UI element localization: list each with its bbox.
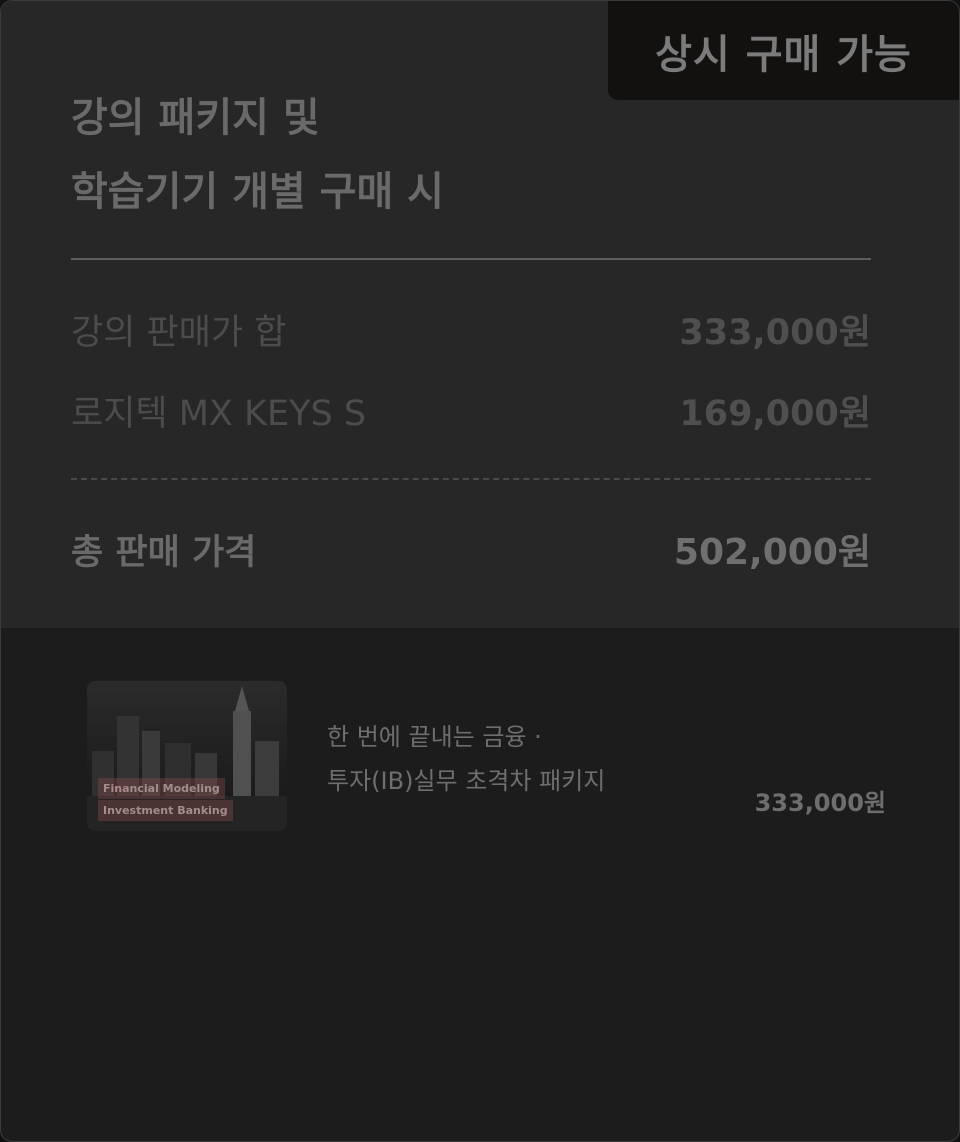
- dashed-divider: [71, 478, 871, 480]
- section-title-line2: 학습기기 개별 구매 시: [71, 169, 444, 215]
- thumbnail-tag: Financial Modeling: [98, 778, 225, 799]
- divider: [71, 258, 871, 260]
- product-title-line1: 한 번에 끝내는 금융 ·: [327, 723, 542, 751]
- pricing-card: 상시 구매 가능 강의 패키지 및 학습기기 개별 구매 시 강의 판매가 합 …: [0, 0, 960, 1142]
- total-value: 502,000원: [673, 532, 871, 573]
- total-price-row: 총 판매 가격 502,000원: [71, 525, 871, 573]
- section-title: 강의 패키지 및 학습기기 개별 구매 시: [71, 81, 444, 229]
- price-row-value: 333,000원: [679, 312, 871, 353]
- product-price: 333,000원: [754, 789, 886, 817]
- price-row-lecture: 강의 판매가 합 333,000원: [71, 306, 871, 353]
- product-title[interactable]: 한 번에 끝내는 금융 · 투자(IB)실무 초격차 패키지: [327, 715, 605, 803]
- thumbnail-tag: Investment Banking: [98, 800, 233, 821]
- price-summary-section: 상시 구매 가능 강의 패키지 및 학습기기 개별 구매 시 강의 판매가 합 …: [1, 1, 959, 628]
- price-row-label: 강의 판매가 합: [71, 312, 287, 353]
- availability-badge: 상시 구매 가능: [608, 1, 959, 100]
- price-row-label: 로지텍 MX KEYS S: [71, 393, 367, 434]
- price-row-value: 169,000원: [679, 393, 871, 434]
- price-row-keyboard: 로지텍 MX KEYS S 169,000원: [71, 387, 871, 434]
- product-title-line2: 투자(IB)실무 초격차 패키지: [327, 767, 606, 795]
- product-thumbnail[interactable]: Financial Modeling Investment Banking: [87, 681, 287, 831]
- section-title-line1: 강의 패키지 및: [71, 95, 320, 141]
- total-label: 총 판매 가격: [71, 532, 257, 573]
